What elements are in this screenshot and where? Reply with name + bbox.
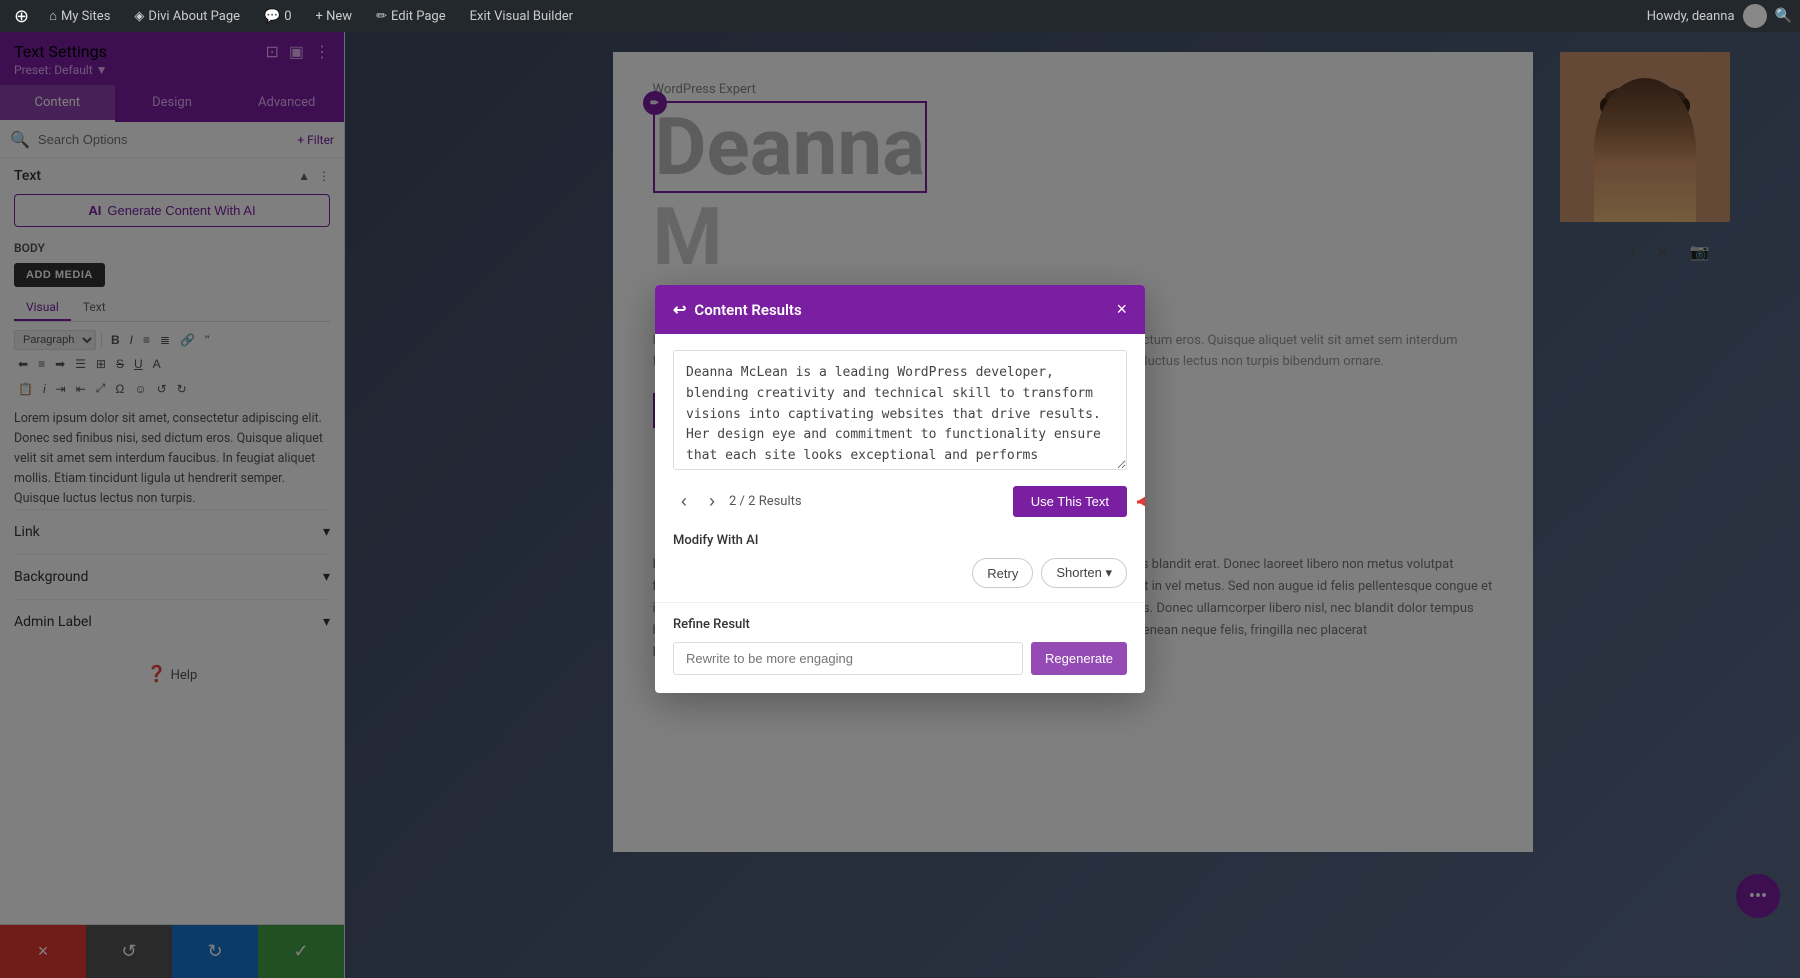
prev-icon: ‹ (681, 491, 687, 511)
regenerate-button[interactable]: Regenerate (1031, 642, 1127, 675)
edit-page-label: Edit Page (391, 9, 446, 24)
modal-title-label: Content Results (694, 301, 801, 319)
search-icon[interactable]: 🔍 (1775, 8, 1792, 24)
comments-count: 0 (284, 9, 291, 24)
modal-back-icon: ↩ (673, 300, 686, 319)
topbar-right: Howdy, deanna 🔍 (1647, 4, 1792, 28)
retry-label: Retry (987, 566, 1018, 581)
divi-about-label: Divi About Page (148, 9, 240, 24)
shorten-label: Shorten ▾ (1056, 565, 1112, 581)
modal-pagination: ‹ › 2 / 2 Results (673, 487, 802, 516)
edit-icon: ✏ (376, 9, 387, 24)
wp-icon: ⊕ (8, 6, 35, 27)
modal-close-button[interactable]: × (1116, 299, 1127, 320)
use-text-container: Use This Text (1013, 486, 1127, 517)
my-sites-link[interactable]: ⌂ My Sites (39, 0, 120, 32)
comment-icon: 💬 (264, 9, 280, 24)
modal-close-icon: × (1116, 299, 1127, 319)
use-text-button[interactable]: Use This Text (1013, 486, 1127, 517)
modal-body: Deanna McLean is a leading WordPress dev… (655, 334, 1145, 533)
divi-about-link[interactable]: ◈ Divi About Page (124, 0, 250, 32)
use-text-label: Use This Text (1031, 494, 1109, 509)
howdy-label: Howdy, deanna (1647, 9, 1735, 24)
nav-info: 2 / 2 Results (729, 494, 802, 509)
modal-title: ↩ Content Results (673, 300, 802, 319)
nav-total: 2 (748, 494, 755, 509)
edit-page-link[interactable]: ✏ Edit Page (366, 0, 456, 32)
refine-label: Refine Result (673, 617, 1127, 632)
divi-icon: ◈ (134, 9, 144, 24)
shorten-button[interactable]: Shorten ▾ (1041, 558, 1127, 588)
regenerate-label: Regenerate (1045, 651, 1113, 666)
nav-current: 2 (729, 494, 736, 509)
new-link[interactable]: + New (306, 0, 363, 32)
next-icon: › (709, 491, 715, 511)
modal-text-area[interactable]: Deanna McLean is a leading WordPress dev… (673, 350, 1127, 470)
red-arrow-line (1137, 500, 1145, 503)
refine-row: Regenerate (673, 642, 1127, 675)
modal-overlay[interactable]: ↩ Content Results × Deanna McLean is a l… (0, 0, 1800, 978)
my-sites-label: My Sites (61, 9, 110, 24)
modify-label: Modify With AI (673, 533, 1127, 548)
topbar: ⊕ ⌂ My Sites ◈ Divi About Page 💬 0 + New… (0, 0, 1800, 32)
arrow-head (1137, 495, 1145, 507)
new-label: + New (316, 9, 353, 24)
modal-nav: ‹ › 2 / 2 Results Use This T (673, 486, 1127, 517)
red-arrow-container (1137, 500, 1145, 503)
comments-link[interactable]: 💬 0 (254, 0, 302, 32)
exit-builder-label: Exit Visual Builder (470, 9, 573, 24)
modal-modify: Modify With AI Retry Shorten ▾ (655, 533, 1145, 602)
retry-button[interactable]: Retry (972, 558, 1033, 588)
modal-header: ↩ Content Results × (655, 285, 1145, 334)
modal-refine: Refine Result Regenerate (655, 602, 1145, 693)
modal-prev-button[interactable]: ‹ (673, 487, 695, 516)
avatar[interactable] (1743, 4, 1767, 28)
my-sites-icon: ⌂ (49, 8, 57, 24)
modal-next-button[interactable]: › (701, 487, 723, 516)
exit-builder-link[interactable]: Exit Visual Builder (460, 0, 583, 32)
refine-input[interactable] (673, 642, 1023, 675)
nav-label: Results (759, 494, 802, 509)
content-results-modal: ↩ Content Results × Deanna McLean is a l… (655, 285, 1145, 693)
modify-buttons: Retry Shorten ▾ (673, 558, 1127, 588)
